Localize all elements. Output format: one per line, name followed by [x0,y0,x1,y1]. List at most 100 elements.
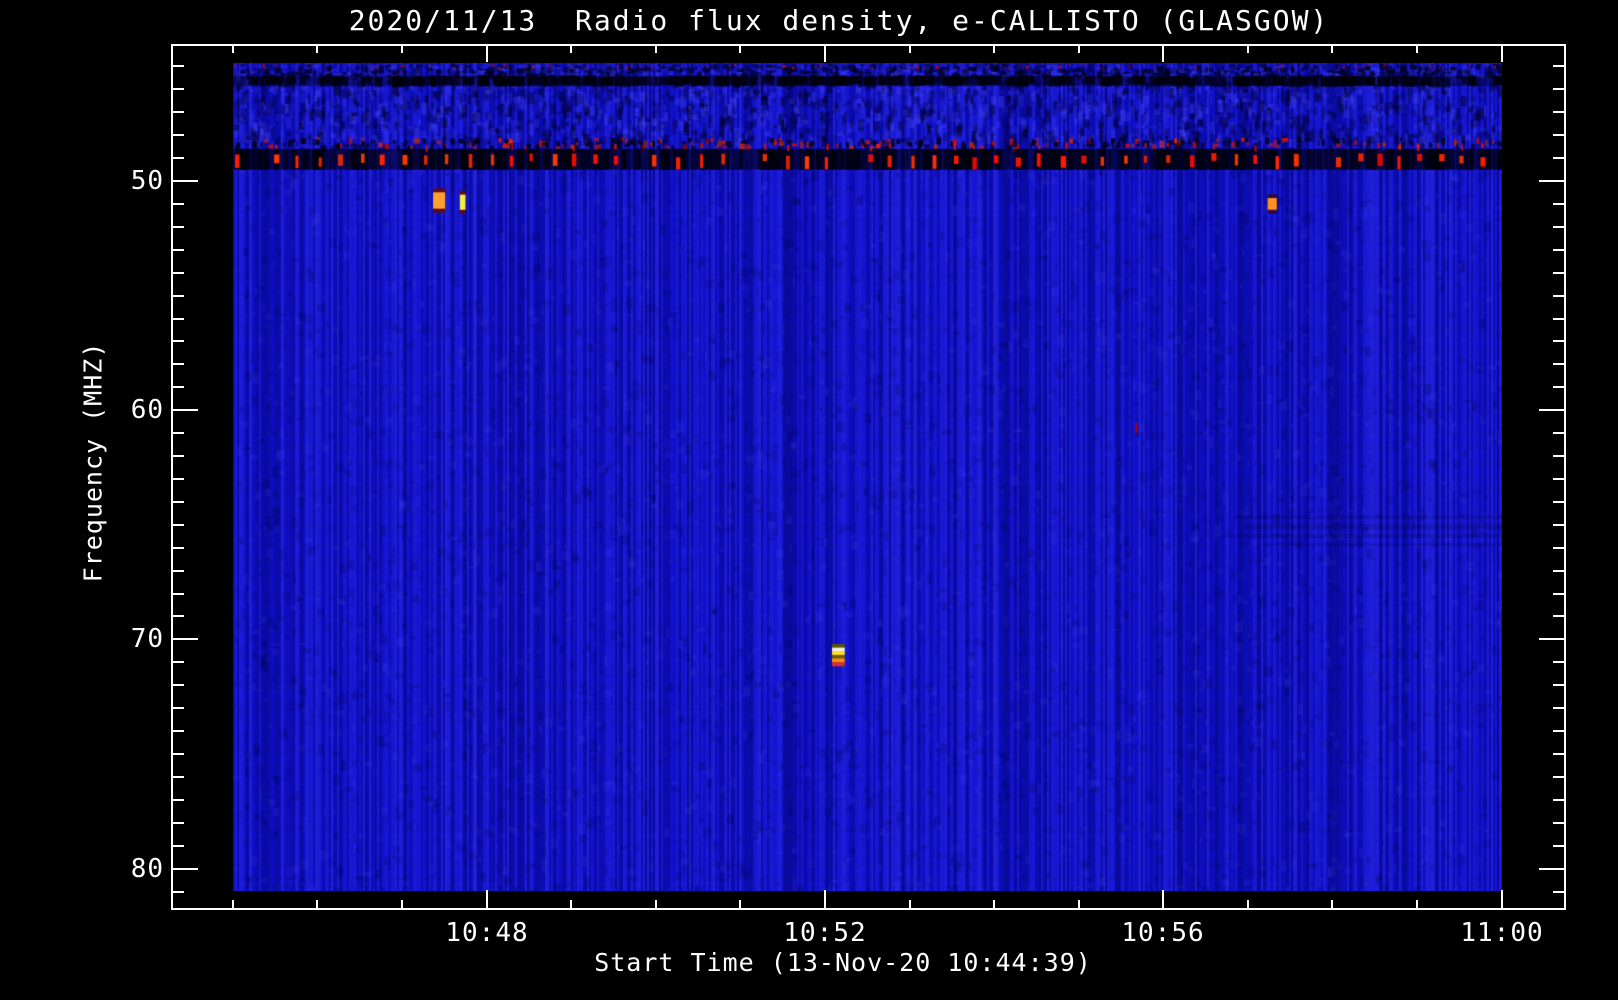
x-minor-tick [909,900,911,910]
x-minor-tick [1331,900,1333,910]
y-minor-tick-right [1553,707,1566,709]
y-minor-tick [171,730,184,732]
y-minor-tick-right [1553,822,1566,824]
y-minor-tick-right [1553,501,1566,503]
x-minor-tick [316,900,318,910]
y-minor-tick-right [1553,799,1566,801]
x-minor-tick [655,900,657,910]
x-major-tick [486,890,488,910]
x-minor-tick [1247,900,1249,910]
x-minor-tick-top [1416,44,1418,53]
y-minor-tick [171,684,184,686]
y-minor-tick [171,88,184,90]
y-minor-tick [171,455,184,457]
y-minor-tick [171,157,184,159]
y-minor-tick-right [1553,730,1566,732]
y-minor-tick [171,822,184,824]
y-major-tick-right [1539,638,1566,640]
y-minor-tick-right [1553,386,1566,388]
x-minor-tick-top [655,44,657,53]
y-minor-tick-right [1553,891,1566,893]
x-major-tick [824,890,826,910]
y-minor-tick-right [1553,776,1566,778]
y-minor-tick-right [1553,455,1566,457]
y-minor-tick [171,547,184,549]
x-major-tick-top [1501,44,1503,62]
y-tick-label: 80 [130,854,164,884]
y-minor-tick-right [1553,570,1566,572]
x-major-tick-top [1162,44,1164,62]
y-minor-tick [171,111,184,113]
y-minor-tick-right [1553,134,1566,136]
y-minor-tick [171,226,184,228]
x-minor-tick-top [1331,44,1333,53]
y-major-tick [171,868,198,870]
y-minor-tick [171,65,184,67]
y-minor-tick [171,134,184,136]
y-major-tick-right [1539,409,1566,411]
y-major-tick [171,409,198,411]
y-minor-tick-right [1553,684,1566,686]
y-minor-tick [171,295,184,297]
y-minor-tick-right [1553,845,1566,847]
x-minor-tick-top [1247,44,1249,53]
y-tick-label: 50 [130,166,164,196]
y-minor-tick-right [1553,593,1566,595]
x-minor-tick-top [232,44,234,53]
y-minor-tick-right [1553,272,1566,274]
x-minor-tick-top [909,44,911,53]
y-minor-tick-right [1553,88,1566,90]
y-minor-tick [171,432,184,434]
y-axis-title: Frequency (MHZ) [78,341,108,583]
y-minor-tick-right [1553,157,1566,159]
y-major-tick-right [1539,180,1566,182]
x-minor-tick [1416,900,1418,910]
y-minor-tick-right [1553,226,1566,228]
chart-title: 2020/11/13 Radio flux density, e-CALLIST… [348,4,1330,37]
x-minor-tick [232,900,234,910]
y-minor-tick-right [1553,524,1566,526]
x-tick-label: 10:52 [783,918,867,948]
x-major-tick-top [486,44,488,62]
y-minor-tick [171,318,184,320]
x-minor-tick-top [401,44,403,53]
y-minor-tick-right [1553,753,1566,755]
y-minor-tick [171,340,184,342]
x-minor-tick [401,900,403,910]
y-minor-tick-right [1553,478,1566,480]
x-minor-tick [739,900,741,910]
y-minor-tick-right [1553,547,1566,549]
x-minor-tick-top [993,44,995,53]
y-minor-tick [171,593,184,595]
y-minor-tick [171,524,184,526]
y-minor-tick [171,203,184,205]
y-minor-tick-right [1553,363,1566,365]
y-minor-tick-right [1553,111,1566,113]
y-minor-tick [171,386,184,388]
y-minor-tick [171,799,184,801]
spectrogram-page: 2020/11/13 Radio flux density, e-CALLIST… [0,0,1618,1000]
y-minor-tick-right [1553,661,1566,663]
y-major-tick [171,180,198,182]
x-minor-tick-top [1078,44,1080,53]
y-minor-tick [171,891,184,893]
spectrogram-canvas [233,63,1502,891]
y-minor-tick [171,478,184,480]
y-minor-tick [171,363,184,365]
y-minor-tick-right [1553,249,1566,251]
x-minor-tick-top [316,44,318,53]
y-minor-tick-right [1553,340,1566,342]
x-major-tick-top [824,44,826,62]
y-tick-label: 70 [130,624,164,654]
y-minor-tick [171,570,184,572]
y-minor-tick [171,615,184,617]
y-minor-tick [171,661,184,663]
x-minor-tick [993,900,995,910]
x-tick-label: 10:56 [1121,918,1205,948]
y-major-tick-right [1539,868,1566,870]
x-minor-tick [570,900,572,910]
y-minor-tick-right [1553,615,1566,617]
y-minor-tick-right [1553,203,1566,205]
x-minor-tick-top [570,44,572,53]
y-minor-tick [171,845,184,847]
